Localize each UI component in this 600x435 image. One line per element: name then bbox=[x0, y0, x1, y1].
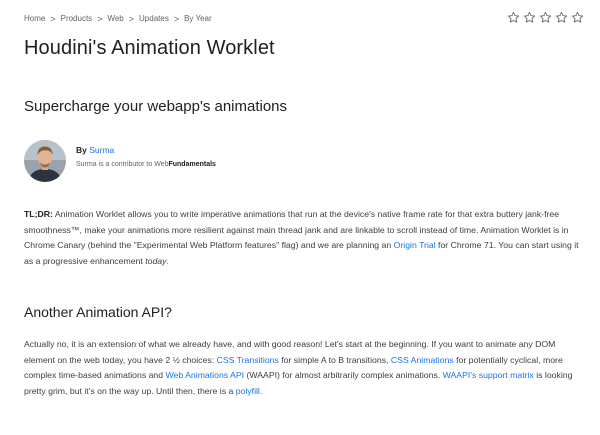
avatar bbox=[24, 140, 66, 182]
intro-paragraph: TL;DR: Animation Worklet allows you to w… bbox=[24, 207, 582, 269]
breadcrumb: Home > Products > Web > Updates > By Yea… bbox=[24, 12, 584, 26]
author-desc-bold: Fundamentals bbox=[168, 161, 216, 168]
tldr-label: TL;DR: bbox=[24, 209, 53, 219]
breadcrumb-home[interactable]: Home bbox=[24, 12, 45, 26]
top-bar: Home > Products > Web > Updates > By Yea… bbox=[24, 11, 584, 26]
page-title: Houdini's Animation Worklet bbox=[24, 37, 275, 59]
author-byline: By Surma bbox=[76, 145, 216, 156]
author-description: Surma is a contributor to WebFundamental… bbox=[76, 160, 216, 170]
author-desc-prefix: Surma is a contributor to Web bbox=[76, 161, 169, 168]
author-block: By Surma Surma is a contributor to WebFu… bbox=[24, 140, 216, 182]
body-text: (WAAPI) for almost arbitrarily complex a… bbox=[244, 370, 443, 380]
star-outline-icon[interactable] bbox=[507, 11, 520, 24]
web-animations-api-link[interactable]: Web Animations API bbox=[166, 370, 245, 380]
star-rating bbox=[507, 11, 584, 24]
star-outline-icon[interactable] bbox=[571, 11, 584, 24]
waapi-support-matrix-link[interactable]: WAAPI's support matrix bbox=[443, 370, 534, 380]
intro-text: . bbox=[166, 255, 169, 266]
css-transitions-link[interactable]: CSS Transitions bbox=[217, 355, 279, 365]
intro-emphasis: today bbox=[145, 255, 167, 266]
polyfill-link[interactable]: polyfill bbox=[236, 386, 260, 396]
body-text: . bbox=[259, 385, 263, 396]
section-heading: Another Animation API? bbox=[24, 304, 172, 320]
star-outline-icon[interactable] bbox=[555, 11, 568, 24]
author-by-prefix: By bbox=[76, 145, 87, 155]
breadcrumb-products[interactable]: Products bbox=[61, 12, 93, 26]
origin-trial-link[interactable]: Origin Trial bbox=[394, 240, 436, 250]
body-paragraph: Actually no, it is an extension of what … bbox=[24, 337, 582, 399]
page-subtitle: Supercharge your webapp's animations bbox=[24, 98, 288, 115]
breadcrumb-updates[interactable]: Updates bbox=[139, 12, 169, 26]
star-outline-icon[interactable] bbox=[539, 11, 552, 24]
author-name-link[interactable]: Surma bbox=[89, 145, 114, 155]
breadcrumb-by-year[interactable]: By Year bbox=[184, 12, 212, 26]
body-text: for simple A to B transitions, bbox=[278, 354, 391, 365]
chevron-right-icon: > bbox=[128, 14, 135, 24]
chevron-right-icon: > bbox=[173, 14, 180, 24]
chevron-right-icon: > bbox=[50, 14, 56, 24]
breadcrumb-web[interactable]: Web bbox=[107, 12, 123, 26]
chevron-right-icon: > bbox=[97, 14, 103, 24]
star-outline-icon[interactable] bbox=[523, 11, 536, 24]
css-animations-link[interactable]: CSS Animations bbox=[391, 355, 454, 365]
